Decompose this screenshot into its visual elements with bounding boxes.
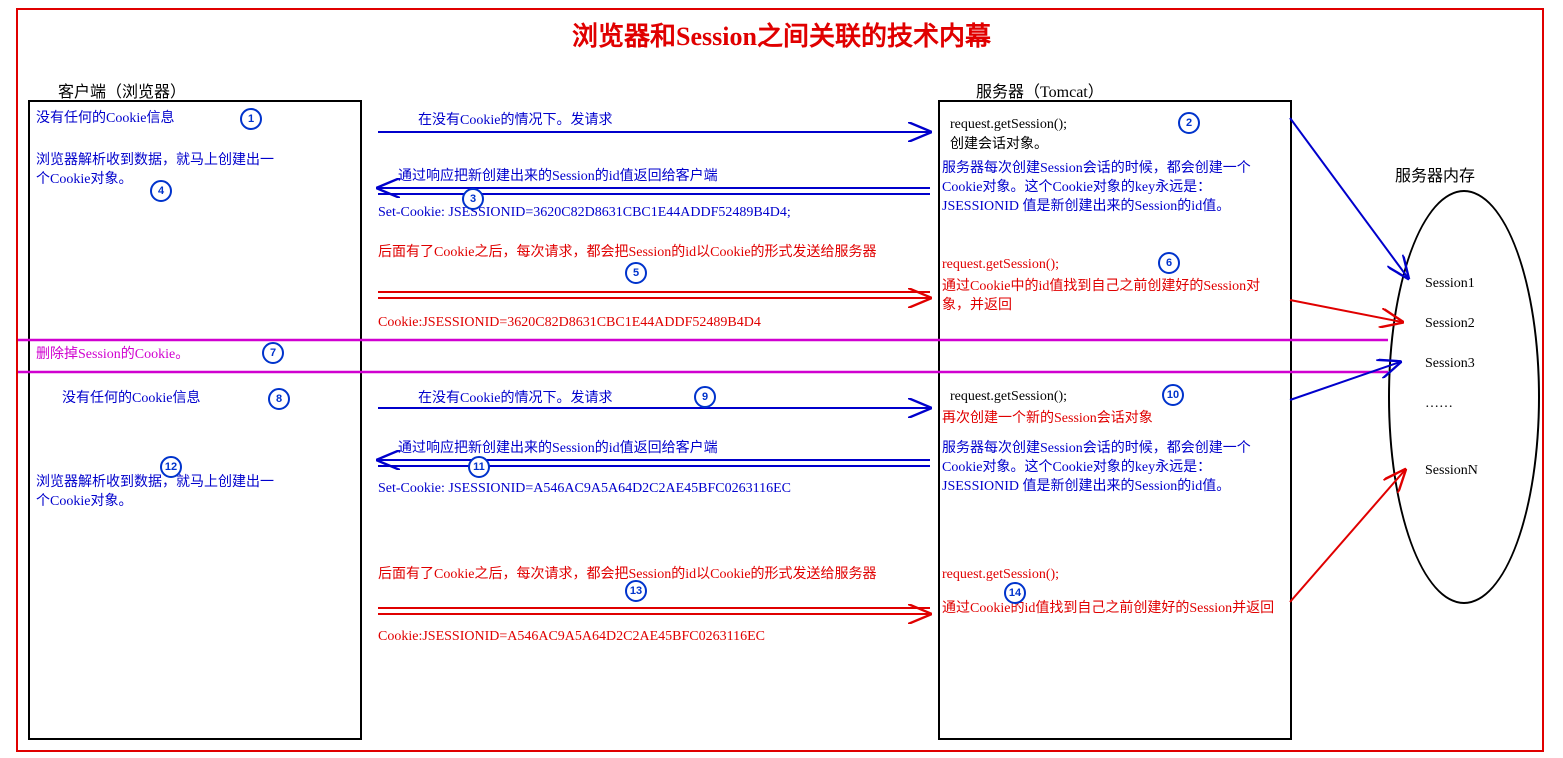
badge-11: 11 (468, 456, 490, 478)
memory-oval (1388, 190, 1540, 604)
arrow-text-13b: Cookie:JSESSIONID=A546AC9A5A64D2C2AE45BF… (378, 628, 938, 647)
arrow-text-1: 在没有Cookie的情况下。发请求 (418, 112, 612, 131)
server-text-2a: request.getSession(); (950, 116, 1067, 135)
memory-session2: Session2 (1425, 315, 1475, 334)
client-text-12: 浏览器解析收到数据，就马上创建出一个Cookie对象。 (36, 474, 276, 512)
client-label: 客户端（浏览器） (58, 78, 186, 102)
diagram-title: 浏览器和Session之间关联的技术内幕 (0, 16, 1563, 53)
badge-10: 10 (1162, 384, 1184, 406)
arrow-text-3b: Set-Cookie: JSESSIONID=3620C82D8631CBC1E… (378, 204, 938, 223)
server-text-10b: 再次创建一个新的Session会话对象 (942, 410, 1284, 429)
memory-session3: Session3 (1425, 355, 1475, 374)
diagram-canvas: 浏览器和Session之间关联的技术内幕 客户端（浏览器） 服务器（Tomcat… (0, 0, 1563, 758)
server-text-6b: 通过Cookie中的id值找到自己之前创建好的Session对象，并返回 (942, 278, 1284, 316)
arrow-text-3a: 通过响应把新创建出来的Session的id值返回给客户端 (398, 168, 928, 187)
badge-3: 3 (462, 188, 484, 210)
server-text-10c: 服务器每次创建Session会话的时候，都会创建一个Cookie对象。这个Coo… (942, 440, 1284, 497)
memory-label: 服务器内存 (1395, 162, 1475, 186)
badge-4: 4 (150, 180, 172, 202)
client-text-8: 没有任何的Cookie信息 (62, 390, 262, 409)
memory-dots: …… (1425, 395, 1453, 414)
client-text-7: 删除掉Session的Cookie。 (36, 346, 276, 365)
server-label: 服务器（Tomcat） (976, 78, 1104, 102)
server-text-14b: 通过Cookie的id值找到自己之前创建好的Session并返回 (942, 600, 1284, 619)
badge-7: 7 (262, 342, 284, 364)
badge-13: 13 (625, 580, 647, 602)
memory-sessionN: SessionN (1425, 462, 1478, 481)
badge-12: 12 (160, 456, 182, 478)
server-text-14a: request.getSession(); (942, 566, 1059, 585)
badge-6: 6 (1158, 252, 1180, 274)
arrow-text-5a: 后面有了Cookie之后，每次请求，都会把Session的id以Cookie的形… (378, 244, 908, 263)
arrow-text-5b: Cookie:JSESSIONID=3620C82D8631CBC1E44ADD… (378, 314, 938, 333)
arrow-text-11b: Set-Cookie: JSESSIONID=A546AC9A5A64D2C2A… (378, 480, 938, 499)
client-text-1: 没有任何的Cookie信息 (36, 110, 236, 129)
server-text-6a: request.getSession(); (942, 256, 1059, 275)
server-text-10a: request.getSession(); (950, 388, 1067, 407)
memory-session1: Session1 (1425, 275, 1475, 294)
badge-2: 2 (1178, 112, 1200, 134)
server-text-2b: 创建会话对象。 (950, 136, 1048, 155)
badge-5: 5 (625, 262, 647, 284)
badge-14: 14 (1004, 582, 1026, 604)
badge-9: 9 (694, 386, 716, 408)
arrow-text-9: 在没有Cookie的情况下。发请求 (418, 390, 612, 409)
badge-1: 1 (240, 108, 262, 130)
server-text-2c: 服务器每次创建Session会话的时候，都会创建一个Cookie对象。这个Coo… (942, 160, 1284, 217)
badge-8: 8 (268, 388, 290, 410)
client-box (28, 100, 362, 740)
